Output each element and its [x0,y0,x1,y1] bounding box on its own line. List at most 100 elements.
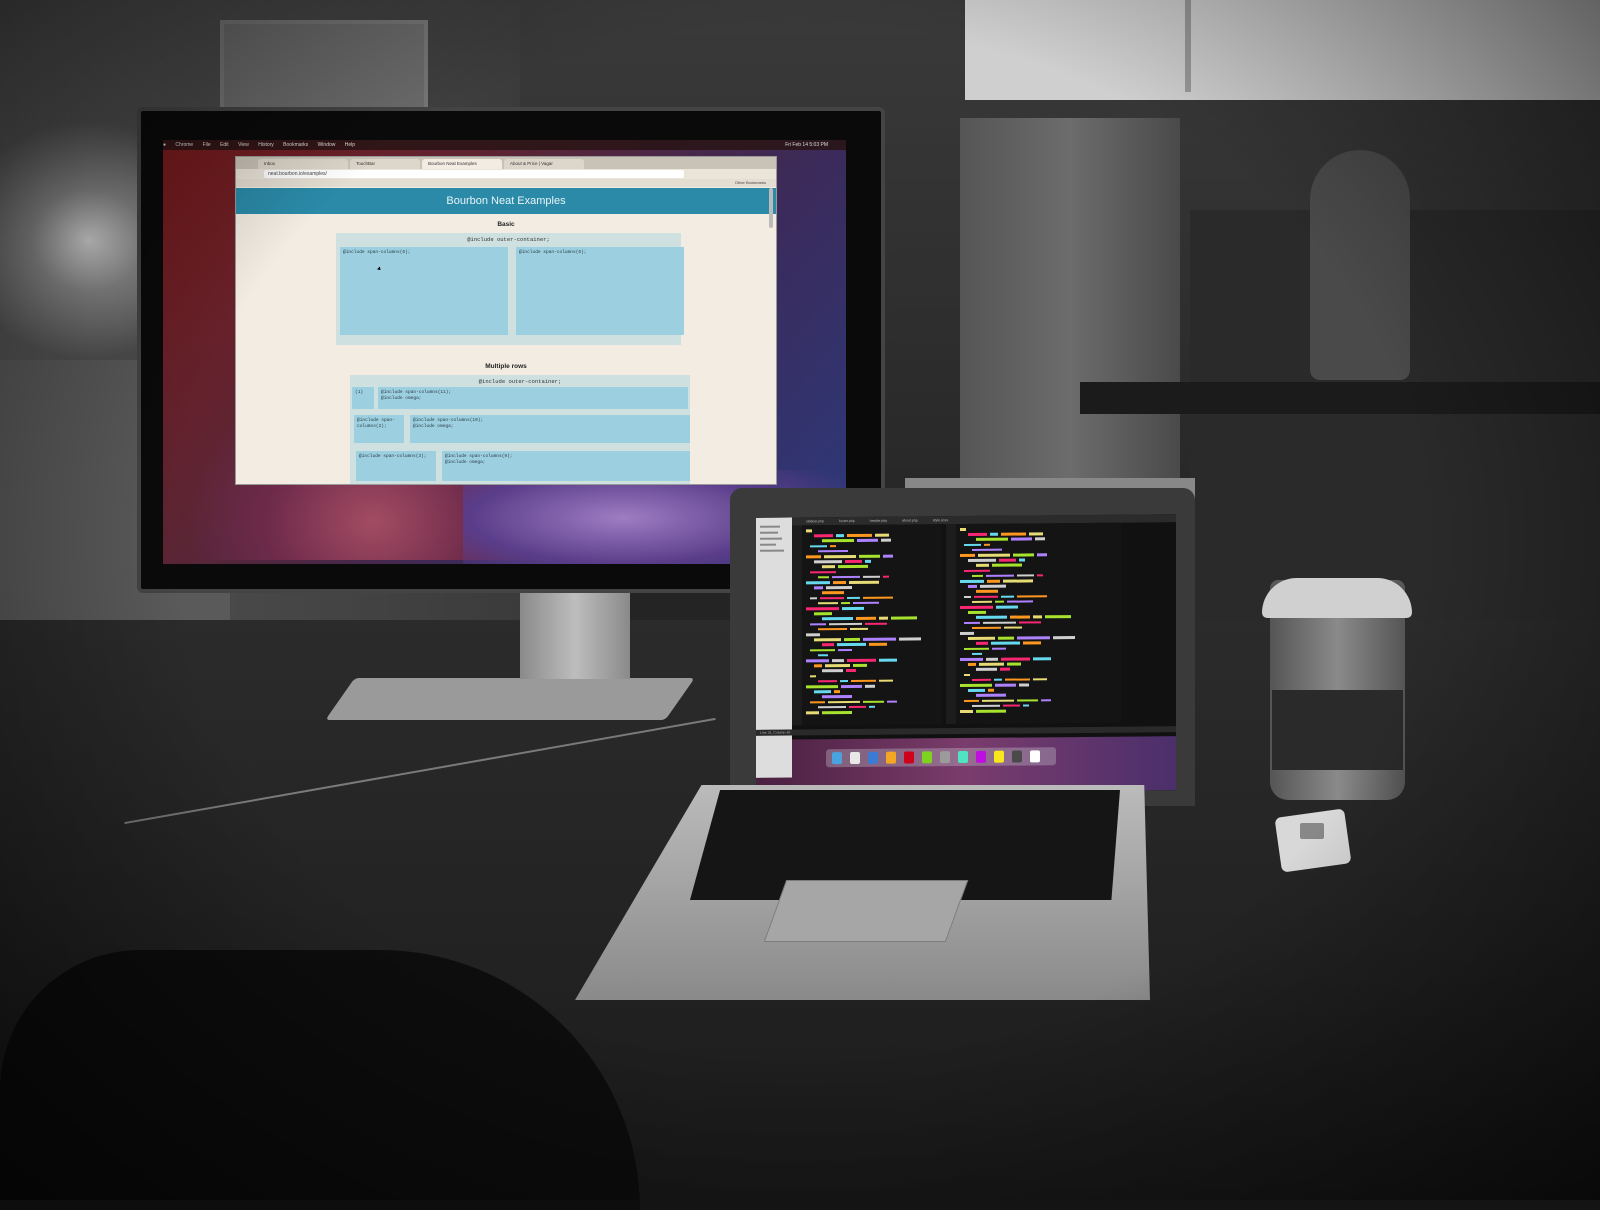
code-token [968,663,976,666]
editor-tab[interactable]: footer.php [839,519,855,523]
code-token [837,643,866,647]
code-token [1003,704,1020,707]
file-tree-item[interactable] [760,549,784,552]
menu-help[interactable]: Help [345,142,355,148]
code-token [865,560,871,563]
code-token [847,658,876,662]
code-token [978,553,1010,557]
power-adapter [1274,808,1352,873]
code-token [999,558,1016,562]
code-token [976,590,998,593]
editor-pane-left[interactable] [802,524,942,726]
code-token [853,601,879,605]
code-token [879,658,897,662]
code-token [841,601,850,605]
file-tree-item[interactable] [760,537,782,540]
code-token [826,586,852,589]
menubar-clock[interactable]: Fri Feb 14 5:03 PM [785,140,828,150]
code-token [1019,683,1029,687]
code-token [863,596,893,599]
editor-pane-right[interactable] [956,522,1121,725]
editor-tab[interactable]: about.php [902,518,918,522]
dock-app-icon[interactable] [868,751,878,764]
dock-app-icon[interactable] [850,751,860,765]
code-token [806,685,838,688]
dock-app-icon[interactable] [994,750,1004,763]
code-token [960,657,983,661]
other-bookmarks[interactable]: Other Bookmarks [735,179,766,187]
cup-lid [1262,578,1412,618]
code-token [968,585,977,588]
code-token [850,627,868,631]
code-token [992,563,1022,567]
code-token [968,533,987,536]
code-token [1007,600,1033,603]
code-token [814,534,833,538]
menu-chrome[interactable]: Chrome [175,142,193,148]
code-token [859,554,880,558]
mac-menubar: ● Chrome File Edit View History Bookmark… [163,140,846,150]
code-token [976,709,1006,713]
dock-app-icon[interactable] [958,750,968,764]
row3-column-1: @include span-columns(3); [356,451,436,481]
toolbar: neat.bourbon.io/examples/ [236,169,776,179]
dock-app-icon[interactable] [832,752,842,765]
code-token [849,705,866,709]
browser-window: Inbox TouchBar Bourbon Neat Examples Abo… [235,156,777,485]
code-token [818,627,847,631]
code-token [964,673,970,677]
tab-bourbon-neat[interactable]: Bourbon Neat Examples [422,159,502,169]
editor-tab[interactable]: header.php [870,519,888,523]
code-token [974,595,998,599]
code-token [806,633,820,636]
dock-app-icon[interactable] [922,751,932,764]
trackpad[interactable] [763,880,969,942]
code-token [818,705,846,709]
dock-app-icon[interactable] [1012,750,1022,763]
code-token [881,539,891,542]
file-tree-item[interactable] [760,525,780,528]
apple-icon[interactable]: ● [163,142,166,148]
code-token [818,654,828,657]
editor-sidebar [756,517,792,778]
tab-inbox[interactable]: Inbox [258,159,348,169]
menu-history[interactable]: History [258,142,274,148]
menu-window[interactable]: Window [318,142,336,148]
file-tree-item[interactable] [760,531,778,534]
tab-about-price[interactable]: About & Price | Vagar [504,159,584,169]
line-gutter [946,524,956,725]
dock-app-icon[interactable] [1030,750,1040,763]
code-token [991,641,1020,645]
monitor-stand [520,589,630,679]
menu-view[interactable]: View [238,142,249,148]
code-token [995,600,1004,604]
code-token [1001,657,1030,661]
code-token [838,565,868,569]
address-bar[interactable]: neat.bourbon.io/examples/ [264,170,684,178]
code-token [1010,615,1030,619]
basic-outer-container: @include outer-container; @include span-… [336,233,684,345]
code-token [964,647,989,651]
code-token [983,621,1016,624]
code-token [851,679,876,683]
dock-app-icon[interactable] [976,750,986,763]
file-tree-item[interactable] [760,543,776,546]
code-token [979,662,1004,666]
menu-edit[interactable]: Edit [220,142,229,148]
dock-app-icon[interactable] [904,751,914,764]
code-token [842,606,864,610]
code-token [810,544,827,548]
menu-bookmarks[interactable]: Bookmarks [283,142,308,148]
kitchen-cabinets [965,0,1600,100]
tab-touchbar[interactable]: TouchBar [350,159,420,169]
editor-tab[interactable]: sidebar.php [806,519,824,523]
code-token [838,648,852,652]
dock-app-icon[interactable] [940,751,950,764]
code-token [840,679,848,683]
dock-app-icon[interactable] [886,751,896,764]
code-token [1007,662,1021,666]
menu-file[interactable]: File [203,142,211,148]
code-token [987,579,1000,583]
section-basic-title: Basic [497,221,515,228]
editor-tab[interactable]: style.scss [933,518,948,522]
